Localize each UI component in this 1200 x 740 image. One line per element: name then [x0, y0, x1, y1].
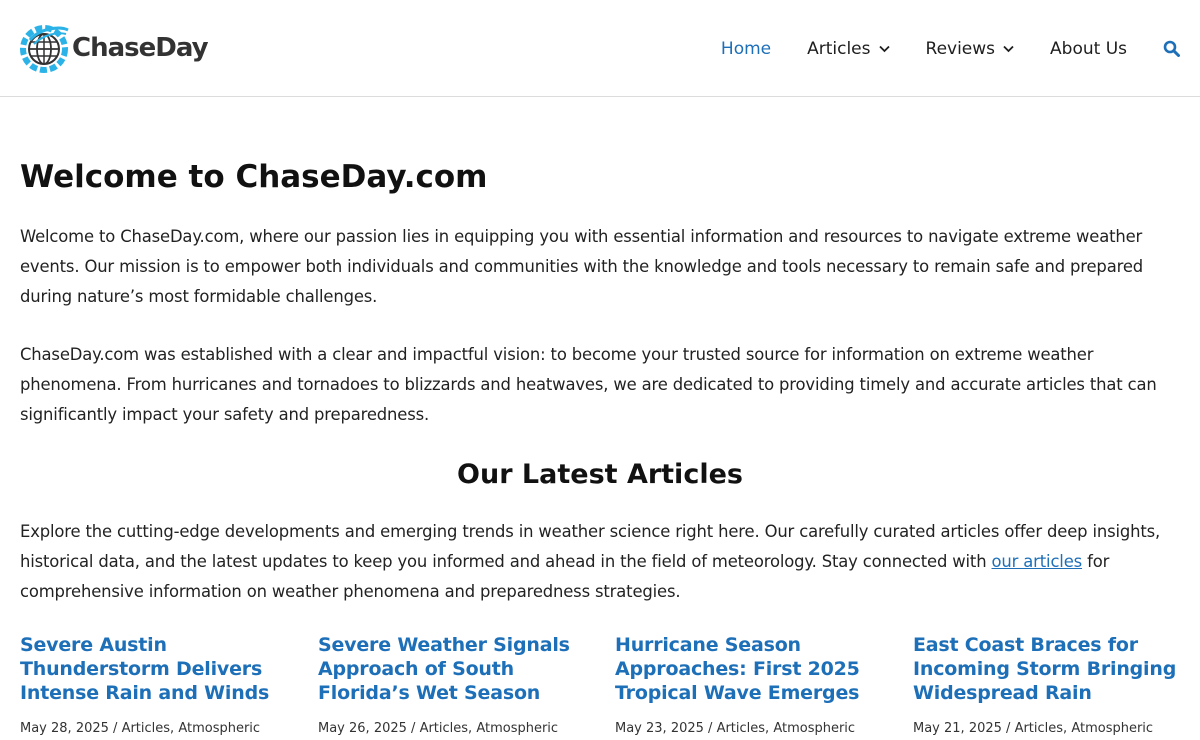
site-logo[interactable]: ChaseDay — [20, 22, 209, 74]
article-meta: May 21, 2025 / Articles, Atmospheric — [913, 721, 1153, 736]
article-title-link[interactable]: Severe Austin Thunderstorm Delivers Inte… — [20, 633, 290, 705]
page-title: Welcome to ChaseDay.com — [20, 159, 488, 195]
nav-about-us[interactable]: About Us — [1050, 39, 1127, 59]
article-date: May 23, 2025 — [615, 721, 704, 736]
category-link-atmospheric[interactable]: Atmospheric — [1071, 721, 1153, 736]
category-link-atmospheric[interactable]: Atmospheric — [178, 721, 260, 736]
nav-home[interactable]: Home — [721, 39, 771, 59]
category-link-articles[interactable]: Articles — [717, 721, 765, 736]
article-date: May 26, 2025 — [318, 721, 407, 736]
nav-about-us-label: About Us — [1050, 38, 1127, 59]
article-card: Severe Austin Thunderstorm Delivers Inte… — [20, 633, 290, 736]
main-nav: Home Articles Reviews About Us — [685, 0, 1180, 97]
nav-reviews[interactable]: Reviews — [926, 39, 1015, 59]
meta-separator: / — [406, 721, 420, 736]
category-link-atmospheric[interactable]: Atmospheric — [476, 721, 558, 736]
article-title-link[interactable]: Severe Weather Signals Approach of South… — [318, 633, 588, 705]
article-date: May 28, 2025 — [20, 721, 109, 736]
section-title-latest-articles: Our Latest Articles — [457, 459, 743, 490]
nav-articles-label: Articles — [807, 38, 871, 59]
chevron-down-icon — [1003, 45, 1014, 52]
our-articles-link[interactable]: our articles — [992, 552, 1083, 571]
articles-intro-text-start: Explore the cutting-edge developments an… — [20, 522, 1161, 571]
search-button[interactable] — [1163, 40, 1180, 57]
nav-reviews-label: Reviews — [925, 38, 996, 59]
meta-separator: / — [108, 721, 122, 736]
article-card: Hurricane Season Approaches: First 2025 … — [615, 633, 885, 736]
latest-articles-grid: Severe Austin Thunderstorm Delivers Inte… — [20, 633, 1200, 740]
article-meta: May 28, 2025 / Articles, Atmospheric — [20, 721, 260, 736]
meta-separator: / — [703, 721, 717, 736]
search-icon — [1163, 40, 1180, 57]
meta-separator: / — [1001, 721, 1015, 736]
article-title-link[interactable]: East Coast Braces for Incoming Storm Bri… — [913, 633, 1183, 705]
nav-home-label: Home — [720, 38, 772, 59]
category-link-articles[interactable]: Articles — [420, 721, 468, 736]
chevron-down-icon — [878, 45, 890, 52]
logo-text: ChaseDay — [72, 33, 209, 63]
article-date: May 21, 2025 — [913, 721, 1002, 736]
site-header: ChaseDay Home Articles Reviews About Us — [0, 0, 1200, 97]
category-link-atmospheric[interactable]: Atmospheric — [773, 721, 855, 736]
intro-paragraph: Welcome to ChaseDay.com, where our passi… — [20, 227, 1144, 306]
vision-paragraph: ChaseDay.com was established with a clea… — [20, 345, 1157, 424]
articles-intro-paragraph: Explore the cutting-edge developments an… — [20, 517, 1190, 607]
article-meta: May 23, 2025 / Articles, Atmospheric — [615, 721, 855, 736]
nav-articles[interactable]: Articles — [807, 38, 890, 59]
article-card: Severe Weather Signals Approach of South… — [318, 633, 588, 736]
article-card: East Coast Braces for Incoming Storm Bri… — [913, 633, 1183, 736]
category-link-articles[interactable]: Articles — [1015, 721, 1063, 736]
category-link-articles[interactable]: Articles — [122, 721, 170, 736]
article-meta: May 26, 2025 / Articles, Atmospheric — [318, 721, 558, 736]
globe-logo-icon — [20, 25, 69, 73]
article-title-link[interactable]: Hurricane Season Approaches: First 2025 … — [615, 633, 885, 705]
